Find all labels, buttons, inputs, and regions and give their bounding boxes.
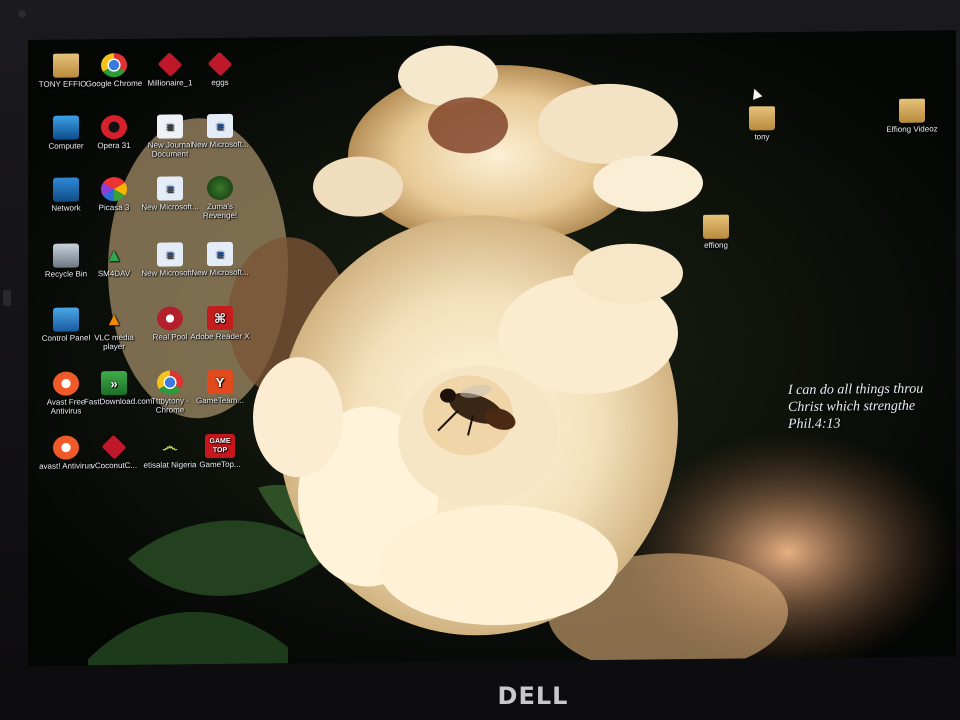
desktop-icon-26[interactable]: vCoconutC... — [84, 434, 144, 471]
desktop-icon-effiong-videoz[interactable]: Effiong Videoz — [880, 98, 944, 134]
desktop-icon-14[interactable]: ▲ SM4DAV — [84, 243, 144, 279]
desktop-icon-label: Zuma's Revenge! — [202, 201, 238, 221]
folder-icon — [899, 98, 925, 123]
desktop-icon-label: New Microsoft... — [191, 139, 249, 150]
gametop-icon: GAME TOP — [205, 433, 235, 459]
gameteam-icon: Y — [207, 369, 233, 395]
wallpaper-quote: I can do all things throu Christ which s… — [788, 380, 956, 433]
game-icon — [101, 434, 127, 460]
opera-icon — [101, 114, 127, 140]
desktop-icon-22[interactable]: » FastDownload.com — [84, 370, 153, 407]
desktop-icon-label: Opera 31 — [97, 140, 131, 151]
webcam-icon — [18, 10, 26, 18]
desktop-icon-28[interactable]: GAME TOP GameTop... — [190, 433, 250, 470]
folder-icon — [703, 214, 729, 239]
bezel-hinge — [3, 290, 11, 306]
desktop-icon-label: FastDownload.com — [84, 396, 153, 407]
desktop-icon-label: Google Chrome — [85, 78, 143, 89]
desktop-icon-18[interactable]: ▲ VLC media player — [84, 307, 144, 352]
network-icon — [53, 177, 79, 202]
laptop-bezel: TONY EFFIO... Google Chrome Millionaire_1 e… — [0, 0, 960, 720]
desktop-icon-label: Picasa 3 — [98, 202, 130, 213]
desktop-icon-label: New Microsoft... — [191, 267, 249, 278]
picasa-icon — [101, 176, 127, 202]
desktop-icon-12[interactable]: Zuma's Revenge! — [190, 175, 250, 221]
dell-logo: DELL — [497, 682, 569, 710]
folder-icon — [53, 53, 79, 78]
game-icon — [207, 51, 233, 77]
game-icon — [157, 52, 183, 77]
desktop-icon-label: tony — [754, 132, 770, 142]
desktop-icon-label: Effiong Videoz — [886, 124, 938, 135]
desktop-icon-label: VLC media player — [94, 332, 134, 352]
journal-icon: ≡ — [157, 114, 183, 139]
desktop-icon-tony[interactable]: tony — [732, 106, 792, 142]
recycle-bin-icon — [53, 243, 79, 268]
desktop-icon-16[interactable]: ≡ New Microsoft... — [190, 241, 250, 278]
computer-icon — [53, 115, 79, 140]
chrome-icon — [101, 52, 127, 78]
adobe-reader-icon: ⌘ — [207, 305, 233, 331]
desktop-icon-label: SM4DAV — [97, 268, 131, 279]
quote-line-2: Christ which strengthe — [788, 398, 916, 416]
sm4dav-icon: ▲ — [105, 244, 123, 265]
folder-icon — [749, 106, 775, 131]
word-icon: ≡ — [157, 176, 183, 201]
desktop-icon-label: eggs — [211, 77, 229, 88]
control-panel-icon — [53, 307, 79, 332]
desktop-screen: TONY EFFIO... Google Chrome Millionaire_1 e… — [28, 30, 956, 666]
etisalat-icon: ෴ — [162, 437, 178, 456]
desktop-icon-effiong[interactable]: effiong — [686, 214, 746, 250]
word-icon: ≡ — [207, 113, 233, 139]
desktop-icon-label: vCoconutC... — [90, 460, 138, 471]
desktop-icon-4[interactable]: eggs — [190, 51, 250, 88]
desktop-icon-2[interactable]: Google Chrome — [84, 52, 144, 89]
desktop-icon-label: effiong — [704, 240, 728, 250]
quote-reference: Phil.4:13 — [788, 416, 841, 433]
desktop-icon-label: GameTop... — [199, 459, 241, 470]
word-icon: ≡ — [157, 242, 183, 267]
avast-icon — [53, 371, 79, 396]
avast-icon — [53, 435, 79, 460]
zuma-icon — [207, 175, 233, 201]
desktop-icon-20[interactable]: ⌘ Adobe Reader X — [190, 305, 250, 342]
quote-line-1: I can do all things throu — [788, 381, 924, 399]
word-icon: ≡ — [207, 241, 233, 267]
vlc-icon: ▲ — [105, 308, 123, 329]
fastdownload-icon: » — [101, 370, 127, 396]
desktop-icon-8[interactable]: ≡ New Microsoft... — [190, 113, 250, 150]
desktop-icon-24[interactable]: Y GameTeam... — [190, 369, 250, 406]
desktop-icon-10[interactable]: Picasa 3 — [84, 176, 144, 213]
desktop-icon-label: GameTeam... — [195, 395, 244, 406]
desktop-icon-label: Adobe Reader X — [190, 331, 250, 342]
desktop-icon-6[interactable]: Opera 31 — [84, 114, 144, 151]
pool-icon — [157, 306, 183, 331]
chrome-icon — [157, 370, 183, 395]
